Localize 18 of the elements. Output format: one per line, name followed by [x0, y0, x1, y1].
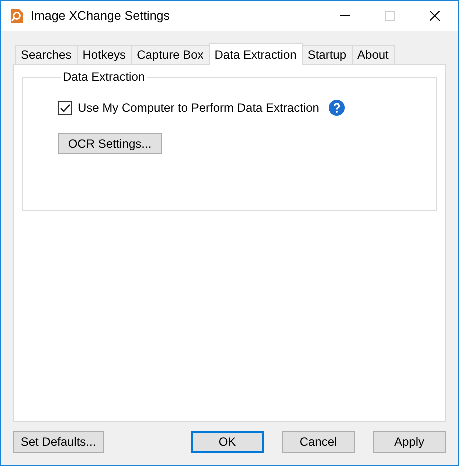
help-icon[interactable]: [329, 100, 346, 116]
window-title: Image XChange Settings: [31, 9, 171, 23]
tab[interactable]: Hotkeys: [76, 45, 132, 64]
dialog-button[interactable]: Cancel: [282, 431, 355, 453]
tab[interactable]: Capture Box: [131, 45, 210, 64]
tab[interactable]: About: [352, 45, 395, 64]
dialog-button[interactable]: Set Defaults...: [13, 431, 104, 453]
close-icon[interactable]: [430, 11, 440, 21]
dialog-button[interactable]: OK: [191, 431, 264, 453]
app-icon: [9, 8, 25, 24]
dialog-button[interactable]: Apply: [373, 431, 446, 453]
group-title: Data Extraction: [62, 70, 146, 84]
tab[interactable]: Startup: [302, 45, 353, 64]
checkbox-label[interactable]: Use My Computer to Perform Data Extraction: [78, 101, 320, 115]
checkbox[interactable]: [58, 101, 72, 115]
ocr-settings-button[interactable]: OCR Settings...: [58, 133, 162, 154]
tab[interactable]: Data Extraction: [208, 43, 303, 65]
tab[interactable]: Searches: [15, 45, 78, 64]
